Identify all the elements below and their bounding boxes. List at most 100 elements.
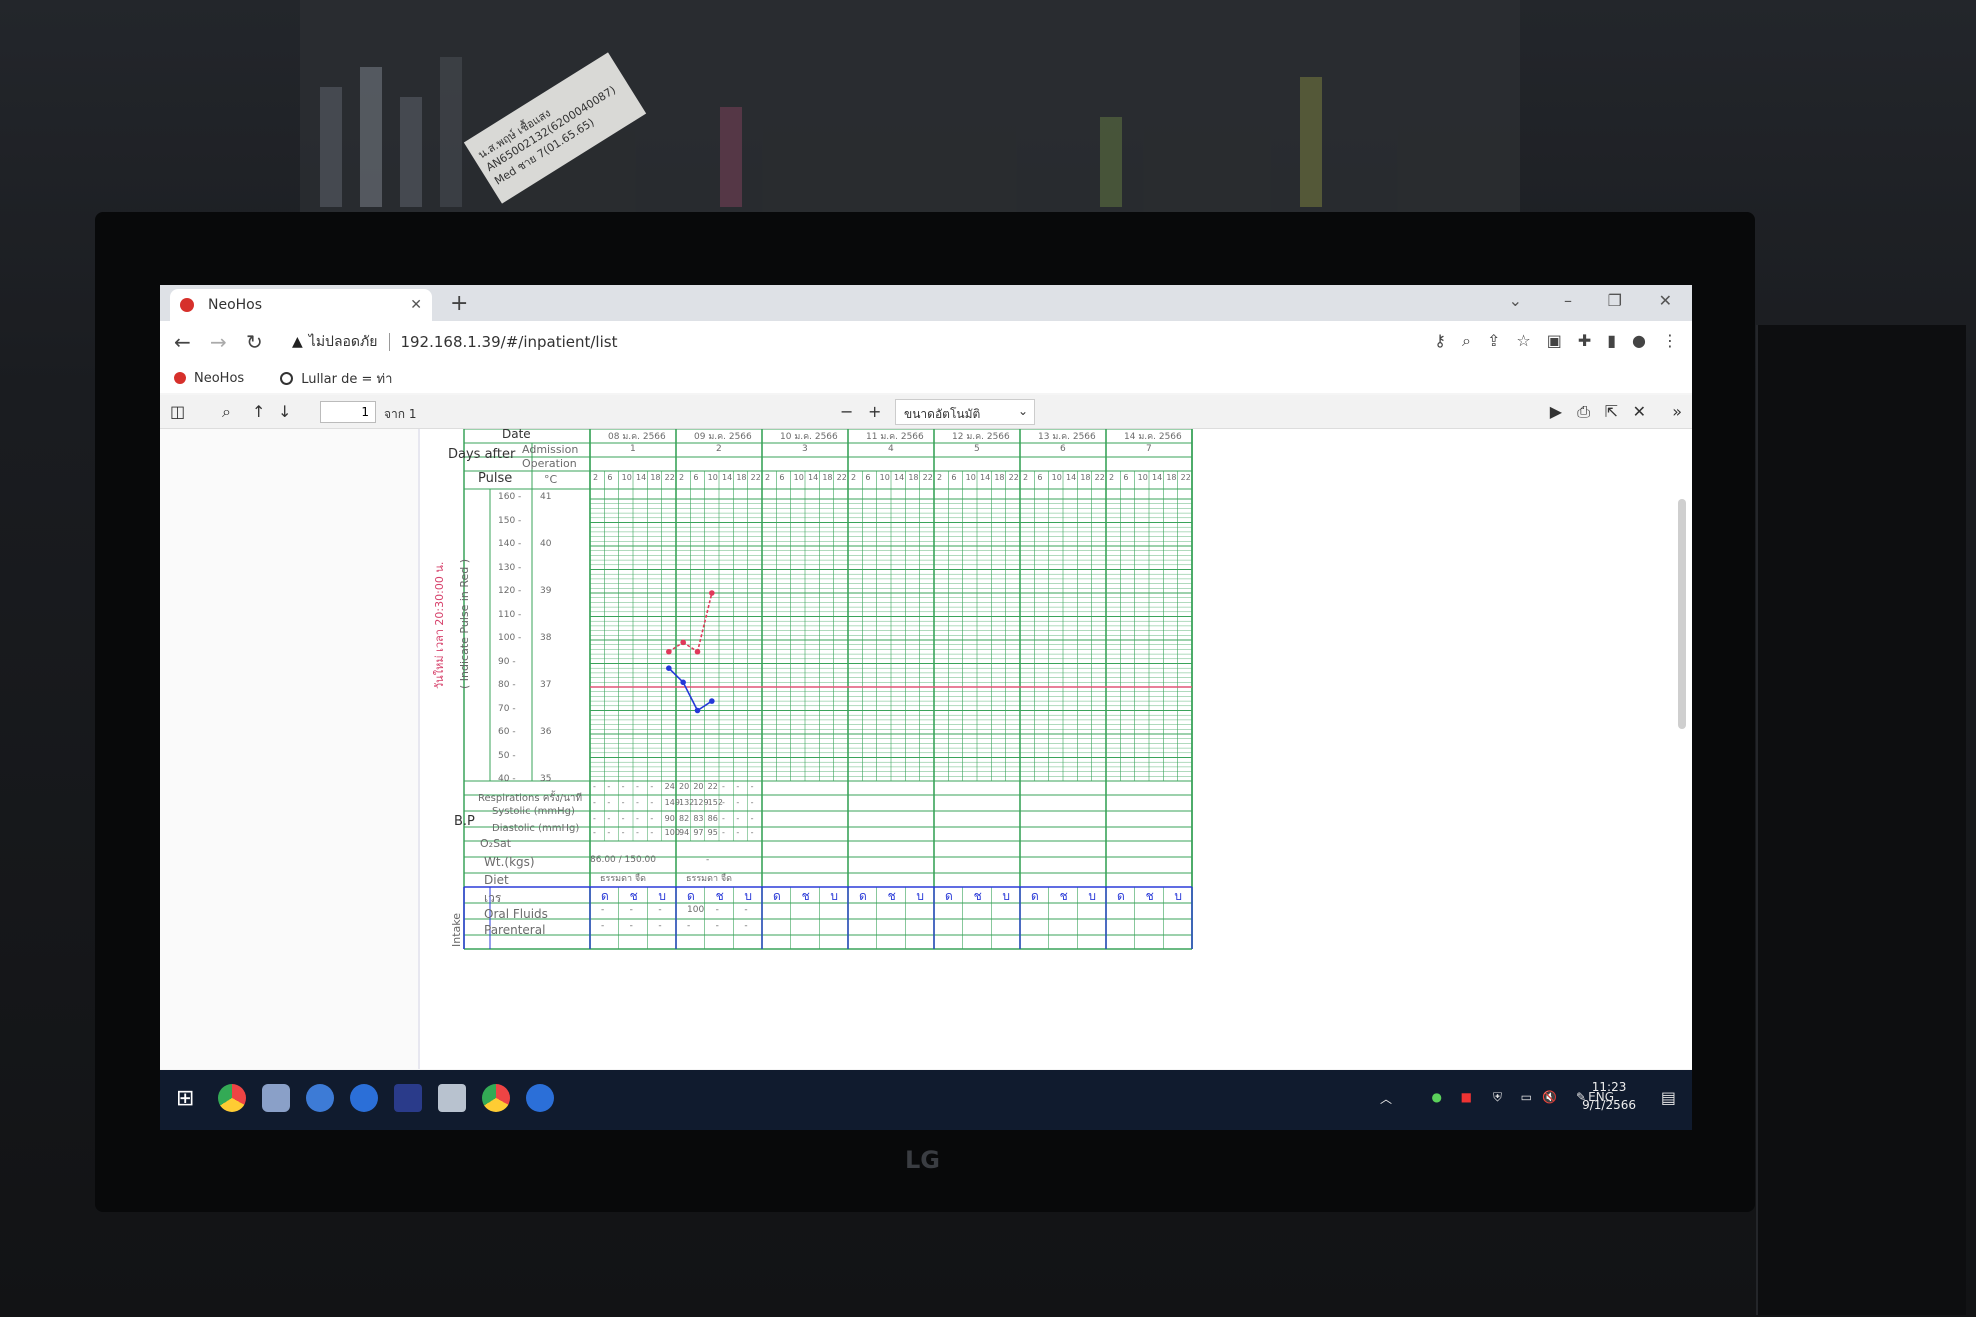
- zoom-out-icon[interactable]: −: [840, 402, 853, 421]
- hour-label: 10: [1137, 473, 1148, 482]
- more-tools-icon[interactable]: »: [1672, 402, 1682, 421]
- page-count: จาก 1: [384, 407, 417, 421]
- oral-fluids-value: -: [744, 905, 748, 915]
- pulse-point: [709, 590, 715, 596]
- tray-volume-muted-icon[interactable]: 🔇: [1542, 1090, 1557, 1104]
- notification-icon[interactable]: ▤: [1661, 1088, 1676, 1107]
- systolic-value: -: [636, 798, 639, 807]
- indicate-pulse-label: ( Indicate Pulse in Red ): [458, 558, 471, 689]
- share-icon[interactable]: ⇪: [1487, 331, 1500, 351]
- forward-icon[interactable]: →: [210, 330, 246, 354]
- parenteral-value: -: [715, 921, 719, 931]
- temp-tick: 38: [540, 633, 552, 643]
- respirations-value: -: [736, 782, 740, 791]
- tray-app-icon[interactable]: ■: [1461, 1090, 1472, 1104]
- temp-tick: 41: [540, 492, 552, 502]
- intake-label: Intake: [450, 912, 463, 947]
- tab-close-icon[interactable]: ✕: [410, 297, 422, 313]
- tray-line-icon[interactable]: ●: [1432, 1090, 1442, 1104]
- shift-1: ด: [601, 889, 609, 903]
- hour-label: 2: [765, 473, 771, 482]
- hour-label: 14: [636, 473, 647, 482]
- globe-app-icon[interactable]: [350, 1084, 378, 1112]
- find-icon[interactable]: ⌕: [222, 402, 231, 422]
- zoom-select-value: ขนาดอัตโนมัติ: [904, 407, 981, 421]
- open-file-icon[interactable]: ⇱: [1605, 402, 1618, 421]
- respirations-value: -: [621, 782, 625, 791]
- tray-network-icon[interactable]: ▭: [1521, 1090, 1532, 1104]
- parenteral-value: -: [601, 921, 605, 931]
- profile-icon[interactable]: ●: [1632, 331, 1646, 351]
- diastolic-value: 86: [707, 814, 718, 823]
- admission-day: 3: [802, 444, 808, 454]
- menu-kebab-icon[interactable]: ⋮: [1662, 331, 1678, 351]
- globe-app-2-icon[interactable]: [526, 1084, 554, 1112]
- oral-fluids-value: -: [601, 905, 605, 915]
- bookmark-neohos[interactable]: NeoHos: [194, 371, 244, 386]
- windows-start-icon[interactable]: ⊞: [176, 1086, 194, 1111]
- scrollbar[interactable]: [1678, 499, 1686, 729]
- minimize-icon[interactable]: –: [1564, 291, 1572, 310]
- browser-tab[interactable]: NeoHos ✕: [170, 289, 432, 321]
- pc-tower: [1756, 325, 1966, 1315]
- zoom-icon[interactable]: ⌕: [1462, 331, 1471, 351]
- admission-day: 2: [716, 444, 722, 454]
- temperature-point: [709, 698, 715, 704]
- new-tab-button[interactable]: +: [450, 291, 468, 316]
- o2sat-value: -: [593, 828, 596, 837]
- oral-fluids-value: -: [658, 905, 662, 915]
- pdf-toolbar: ◫ ⌕ ↑ ↓ 1 จาก 1 − + ขนาดอัตโนมัติ ⌄ ▶ ⎙ …: [160, 395, 1692, 429]
- hour-label: 10: [965, 473, 976, 482]
- temperature-point: [680, 679, 686, 686]
- chrome-icon[interactable]: [218, 1084, 246, 1112]
- tray-chevron-icon[interactable]: ︿: [1380, 1090, 1392, 1107]
- extensions-puzzle-icon[interactable]: ✚: [1578, 331, 1591, 351]
- o2sat-value: -: [722, 828, 725, 837]
- hour-label: 18: [1166, 473, 1177, 482]
- next-page-icon[interactable]: ↓: [278, 402, 291, 421]
- window-close-icon[interactable]: ✕: [1659, 291, 1672, 310]
- pulse-tick: 90 -: [498, 656, 516, 667]
- hour-label: 22: [922, 473, 933, 482]
- pulse-point: [694, 648, 701, 655]
- security-label[interactable]: ไม่ปลอดภัย: [309, 331, 378, 353]
- hour-label: 6: [1123, 473, 1129, 482]
- extension-box-icon[interactable]: ▣: [1547, 331, 1562, 351]
- taskbar-clock[interactable]: 11:23 9/1/2566: [1582, 1078, 1636, 1114]
- respirations-value: -: [750, 782, 754, 791]
- systolic-value: 149: [664, 798, 680, 807]
- r-app-icon[interactable]: [394, 1084, 422, 1112]
- tab-search-icon[interactable]: ⌄: [1509, 291, 1522, 310]
- pulse-header: Pulse: [478, 471, 513, 486]
- print-icon[interactable]: ⎙: [1577, 402, 1590, 422]
- notes-app-icon[interactable]: [438, 1084, 466, 1112]
- bookmark-lullar[interactable]: Lullar de = ท่า: [301, 368, 392, 389]
- url-field[interactable]: 192.168.1.39/#/inpatient/list: [389, 333, 617, 351]
- presentation-icon[interactable]: ▶: [1550, 402, 1562, 421]
- clock-time: 11:23: [1591, 1080, 1627, 1094]
- reload-icon[interactable]: ↻: [246, 330, 282, 354]
- sidebar-toggle-icon[interactable]: ◫: [170, 402, 185, 421]
- pulse-tick: 60 -: [498, 727, 516, 737]
- shift-2: ช: [1145, 889, 1154, 903]
- zoom-select[interactable]: ขนาดอัตโนมัติ ⌄: [895, 399, 1035, 425]
- diastolic-value: -: [607, 814, 611, 823]
- hour-label: 22: [1008, 473, 1019, 482]
- prev-page-icon[interactable]: ↑: [252, 402, 265, 421]
- back-icon[interactable]: ←: [174, 330, 210, 354]
- page-number-input[interactable]: 1: [320, 401, 376, 423]
- respirations-value: 20: [693, 782, 704, 791]
- diastolic-value: -: [636, 814, 639, 823]
- app-icon[interactable]: [262, 1084, 290, 1112]
- zoom-in-icon[interactable]: +: [868, 402, 881, 421]
- warning-icon[interactable]: ▲: [292, 334, 303, 350]
- tray-shield-icon[interactable]: ⛨: [1493, 1090, 1502, 1105]
- bookmark-star-icon[interactable]: ☆: [1516, 331, 1530, 351]
- chrome-active-icon[interactable]: [482, 1084, 510, 1112]
- atom-app-icon[interactable]: [306, 1084, 334, 1112]
- admission-day: 5: [974, 444, 980, 454]
- key-icon[interactable]: ⚷: [1434, 331, 1446, 351]
- close-document-icon[interactable]: ✕: [1633, 402, 1646, 421]
- side-panel-icon[interactable]: ▮: [1607, 331, 1616, 351]
- restore-icon[interactable]: ❐: [1608, 291, 1622, 310]
